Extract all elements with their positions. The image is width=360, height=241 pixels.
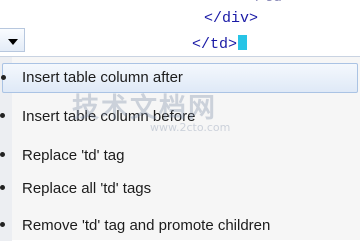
menu-item-replace-tag[interactable]: Replace 'td' tag [0, 141, 358, 171]
code-line: </div> [204, 10, 259, 27]
watermark-subtitle: www.2cto.com [150, 121, 231, 134]
smart-tag-button[interactable] [0, 28, 25, 52]
chevron-down-icon [8, 39, 18, 45]
smart-tag-menu: Insert table column after Insert table c… [0, 56, 360, 241]
menu-item-label: Replace 'td' tag [22, 147, 125, 164]
watermark: 技术文档网 www.2cto.com [72, 86, 292, 142]
menu-item-replace-all-tags[interactable]: Replace all 'td' tags [0, 174, 358, 204]
bullet-icon [0, 185, 5, 190]
menu-item-label: Replace all 'td' tags [22, 180, 152, 197]
code-line-text: </td> [192, 36, 238, 53]
watermark-title: 技术文档网 [72, 93, 217, 124]
code-line: </td> [246, 0, 291, 8]
code-editor[interactable]: </td> </div> </td> [0, 0, 360, 62]
bullet-icon [0, 152, 5, 157]
menu-item-label: Remove 'td' tag and promote children [22, 217, 271, 234]
bullet-icon [0, 113, 5, 118]
text-caret [238, 35, 248, 50]
code-line-current: </td> [192, 35, 248, 55]
bullet-icon [0, 222, 5, 227]
bullet-icon [1, 75, 6, 80]
menu-item-remove-tag-promote-children[interactable]: Remove 'td' tag and promote children [0, 211, 358, 241]
menu-item-label: Insert table column after [22, 69, 183, 86]
